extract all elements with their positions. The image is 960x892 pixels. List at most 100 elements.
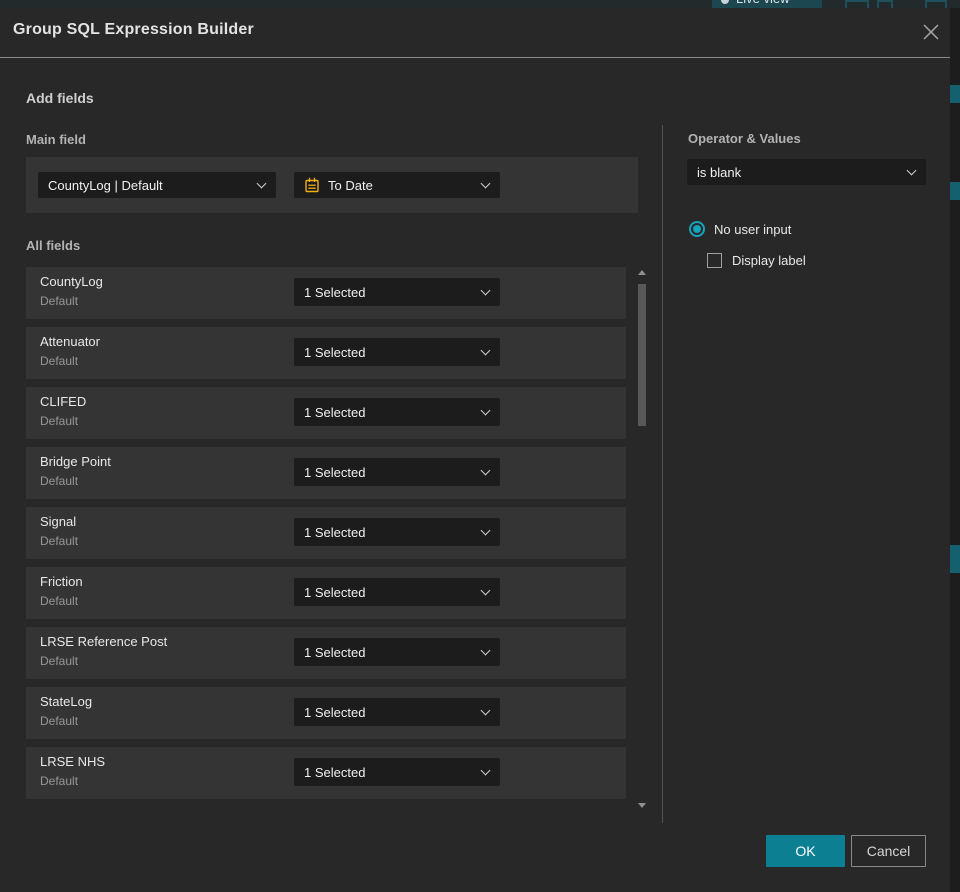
chevron-down-icon [480, 285, 491, 296]
add-fields-heading: Add fields [26, 90, 94, 106]
field-selection-value: 1 Selected [304, 644, 366, 660]
close-icon [923, 24, 939, 40]
all-fields-list: CountyLog Default 1 Selected Attenuator … [26, 267, 626, 807]
background-highlight [950, 182, 960, 200]
display-label-label: Display label [732, 252, 806, 268]
main-field-value-select-value: To Date [328, 177, 373, 193]
chevron-down-icon [480, 645, 491, 656]
field-name: LRSE Reference Post [40, 634, 168, 649]
display-label-option[interactable]: Display label [707, 252, 806, 268]
background-app-top-strip: Live view [0, 0, 960, 8]
background-widget-outline [845, 0, 869, 8]
field-selection-value: 1 Selected [304, 344, 366, 360]
field-selection-dropdown[interactable]: 1 Selected [294, 338, 500, 366]
dialog-title: Group SQL Expression Builder [13, 21, 254, 38]
field-selection-dropdown[interactable]: 1 Selected [294, 698, 500, 726]
chevron-down-icon [480, 465, 491, 476]
field-selection-dropdown[interactable]: 1 Selected [294, 458, 500, 486]
field-selection-value: 1 Selected [304, 704, 366, 720]
field-name: CLIFED [40, 394, 87, 409]
main-field-value-select[interactable]: To Date [294, 172, 500, 198]
no-user-input-label: No user input [714, 221, 792, 237]
main-field-label: Main field [26, 132, 86, 147]
operator-select[interactable]: is blank [687, 159, 926, 185]
main-field-panel: CountyLog | Default To Date [26, 157, 638, 213]
no-user-input-option[interactable]: No user input [689, 220, 791, 238]
calendar-icon [305, 177, 319, 193]
group-sql-expression-builder-dialog: Group SQL Expression Builder Add fields … [0, 8, 950, 892]
chevron-down-icon [480, 525, 491, 536]
close-button[interactable] [918, 19, 944, 45]
chevron-down-icon [480, 705, 491, 716]
field-name: Bridge Point [40, 454, 111, 469]
chevron-down-icon [480, 405, 491, 416]
field-row: Bridge Point Default 1 Selected [26, 447, 626, 499]
operator-values-heading: Operator & Values [688, 131, 801, 146]
field-name: Attenuator [40, 334, 100, 349]
field-row: CLIFED Default 1 Selected [26, 387, 626, 439]
field-selection-dropdown[interactable]: 1 Selected [294, 278, 500, 306]
header-divider [0, 57, 950, 58]
field-selection-value: 1 Selected [304, 284, 366, 300]
field-sublabel: Default [40, 714, 79, 728]
dialog-header: Group SQL Expression Builder [0, 8, 950, 57]
background-highlight [950, 545, 960, 573]
field-sublabel: Default [40, 594, 79, 608]
field-name: Friction [40, 574, 83, 589]
field-sublabel: Default [40, 354, 79, 368]
main-field-select-value: CountyLog | Default [48, 177, 163, 193]
background-highlight [950, 85, 960, 103]
chevron-down-icon [256, 178, 267, 189]
field-name: Signal [40, 514, 77, 529]
chevron-down-icon [480, 765, 491, 776]
field-selection-dropdown[interactable]: 1 Selected [294, 398, 500, 426]
radio-button-icon[interactable] [689, 221, 705, 237]
chevron-down-icon [906, 165, 917, 176]
chevron-down-icon [480, 178, 491, 189]
ok-button[interactable]: OK [766, 835, 845, 867]
background-app-right-strip [950, 8, 960, 892]
background-widget-outline [925, 0, 947, 8]
live-view-label: Live view [736, 0, 789, 6]
field-sublabel: Default [40, 474, 79, 488]
panel-divider [662, 125, 663, 823]
field-name: LRSE NHS [40, 754, 106, 769]
field-sublabel: Default [40, 414, 79, 428]
field-name: StateLog [40, 694, 93, 709]
field-selection-dropdown[interactable]: 1 Selected [294, 518, 500, 546]
field-sublabel: Default [40, 294, 79, 308]
main-field-select[interactable]: CountyLog | Default [38, 172, 276, 198]
background-widget-outline [877, 0, 893, 8]
field-sublabel: Default [40, 534, 79, 548]
field-row: Signal Default 1 Selected [26, 507, 626, 559]
field-row: LRSE Reference Post Default 1 Selected [26, 627, 626, 679]
field-row: Attenuator Default 1 Selected [26, 327, 626, 379]
scroll-up-icon[interactable] [638, 270, 646, 275]
chevron-down-icon [480, 345, 491, 356]
field-sublabel: Default [40, 774, 79, 788]
field-name: CountyLog [40, 274, 103, 289]
field-selection-dropdown[interactable]: 1 Selected [294, 638, 500, 666]
field-selection-value: 1 Selected [304, 524, 366, 540]
cancel-button[interactable]: Cancel [851, 835, 926, 867]
field-selection-dropdown[interactable]: 1 Selected [294, 578, 500, 606]
live-view-dot-icon [721, 0, 729, 4]
field-selection-value: 1 Selected [304, 404, 366, 420]
field-row: CountyLog Default 1 Selected [26, 267, 626, 319]
field-selection-dropdown[interactable]: 1 Selected [294, 758, 500, 786]
field-selection-value: 1 Selected [304, 584, 366, 600]
field-selection-value: 1 Selected [304, 464, 366, 480]
field-sublabel: Default [40, 654, 79, 668]
scrollbar-thumb[interactable] [638, 284, 646, 426]
all-fields-label: All fields [26, 238, 81, 253]
scroll-down-icon[interactable] [638, 803, 646, 808]
checkbox-icon[interactable] [707, 252, 722, 268]
field-row: StateLog Default 1 Selected [26, 687, 626, 739]
chevron-down-icon [480, 585, 491, 596]
field-row: LRSE NHS Default 1 Selected [26, 747, 626, 799]
operator-select-value: is blank [697, 164, 742, 180]
field-selection-value: 1 Selected [304, 764, 366, 780]
field-row: Friction Default 1 Selected [26, 567, 626, 619]
all-fields-scrollbar[interactable] [634, 266, 650, 812]
live-view-toggle[interactable]: Live view [712, 0, 822, 8]
